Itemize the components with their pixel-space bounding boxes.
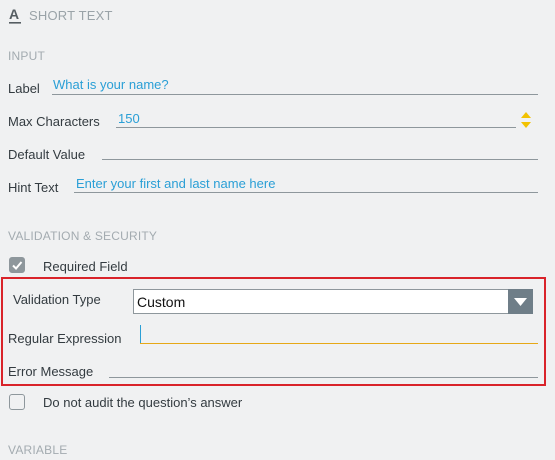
required-field-label: Required Field xyxy=(43,259,128,274)
checkmark-icon xyxy=(12,261,23,270)
required-field-checkbox[interactable] xyxy=(9,257,25,273)
hint-text-input[interactable]: Enter your first and last name here xyxy=(76,176,275,191)
max-characters-underline xyxy=(116,127,516,128)
validation-type-select[interactable]: Custom xyxy=(133,289,533,314)
section-validation-heading: VALIDATION & SECURITY xyxy=(8,229,158,243)
regular-expression-label: Regular Expression xyxy=(8,331,122,346)
hint-text-label: Hint Text xyxy=(8,180,59,195)
no-audit-checkbox[interactable] xyxy=(9,394,25,410)
chevron-down-icon xyxy=(514,298,527,306)
regular-expression-input[interactable] xyxy=(140,343,538,344)
number-stepper-icon[interactable] xyxy=(520,111,532,129)
max-characters-label: Max Characters xyxy=(8,114,100,129)
text-format-icon: A xyxy=(9,7,21,24)
default-value-label: Default Value xyxy=(8,147,86,162)
section-input-heading: INPUT xyxy=(8,49,45,63)
hint-text-underline xyxy=(74,192,538,193)
panel-title: SHORT TEXT xyxy=(29,8,113,23)
text-cursor xyxy=(140,325,141,343)
label-field-label: Label xyxy=(8,81,40,96)
label-input-underline xyxy=(52,94,538,95)
section-variable-heading: VARIABLE xyxy=(8,443,68,457)
max-characters-input[interactable]: 150 xyxy=(118,111,140,126)
error-message-label: Error Message xyxy=(8,364,94,379)
validation-type-label: Validation Type xyxy=(13,292,101,307)
svg-text:A: A xyxy=(9,7,19,22)
label-input[interactable]: What is your name? xyxy=(53,77,169,92)
dropdown-button[interactable] xyxy=(508,289,533,314)
no-audit-label: Do not audit the question’s answer xyxy=(43,395,243,410)
error-message-input[interactable] xyxy=(109,377,538,378)
validation-type-value: Custom xyxy=(137,294,186,310)
default-value-input[interactable] xyxy=(102,159,538,160)
